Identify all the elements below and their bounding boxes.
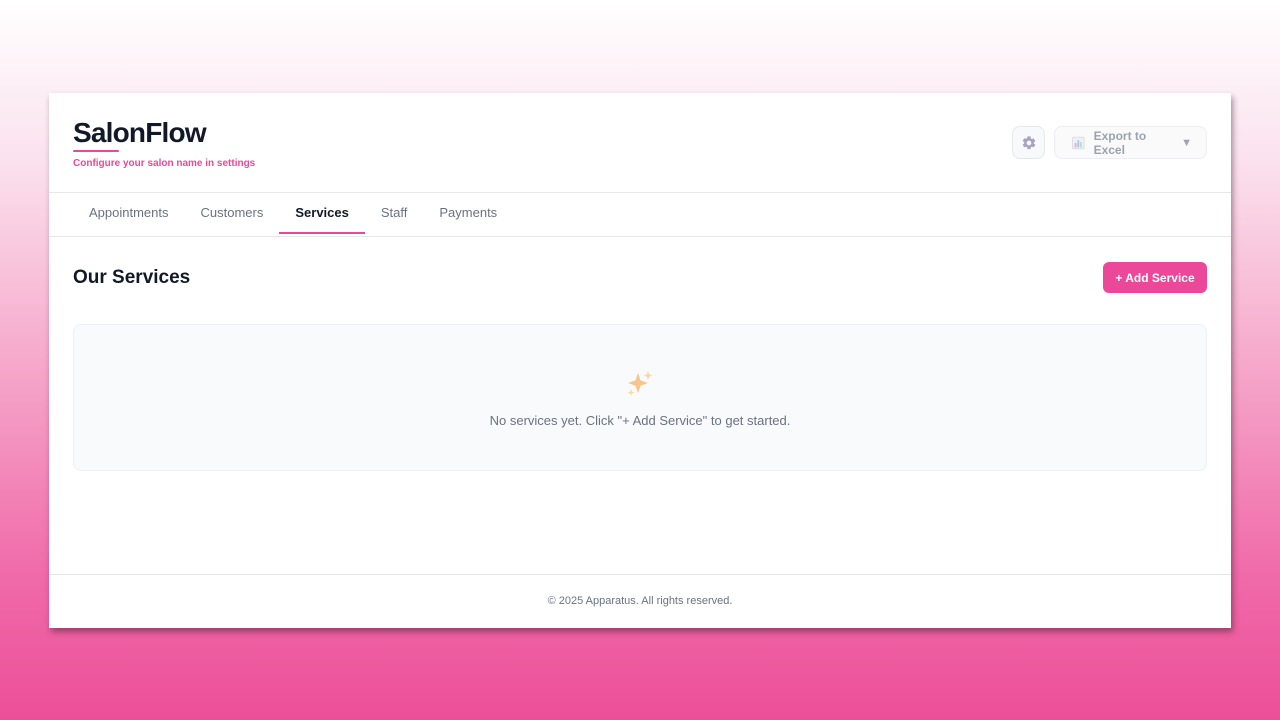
add-service-button[interactable]: + Add Service [1103, 262, 1207, 293]
app-title: SalonFlow [73, 117, 207, 148]
sparkles-icon [627, 371, 653, 396]
app-window: SalonFlow Configure your salon name in s… [49, 93, 1231, 628]
tab-services[interactable]: Services [279, 193, 365, 234]
bar-chart-icon [1072, 136, 1085, 149]
chevron-down-icon: ▼ [1181, 136, 1192, 149]
gear-icon [1022, 135, 1035, 149]
empty-state: No services yet. Click "+ Add Service" t… [73, 324, 1207, 471]
footer-copyright: © 2025 Apparatus. All rights reserved. [547, 595, 733, 607]
page-title: Our Services [73, 267, 191, 288]
tab-staff[interactable]: Staff [365, 193, 424, 234]
header-actions: Export to Excel ▼ [1012, 126, 1207, 159]
tab-customers[interactable]: Customers [185, 193, 280, 234]
empty-state-text: No services yet. Click "+ Add Service" t… [489, 413, 791, 428]
export-label: Export to Excel [1093, 128, 1147, 157]
brand: SalonFlow Configure your salon name in s… [73, 118, 255, 169]
nav-tabs: Appointments Customers Services Staff Pa… [49, 193, 1231, 237]
services-panel: Our Services + Add Service No services y… [49, 237, 1231, 574]
tab-payments[interactable]: Payments [423, 193, 513, 234]
footer: © 2025 Apparatus. All rights reserved. [49, 574, 1231, 627]
tab-appointments[interactable]: Appointments [73, 193, 185, 234]
app-header: SalonFlow Configure your salon name in s… [49, 93, 1231, 193]
app-subtitle: Configure your salon name in settings [73, 158, 256, 169]
export-to-excel-button[interactable]: Export to Excel ▼ [1054, 126, 1207, 159]
settings-button[interactable] [1012, 126, 1045, 159]
title-underline [73, 150, 119, 152]
